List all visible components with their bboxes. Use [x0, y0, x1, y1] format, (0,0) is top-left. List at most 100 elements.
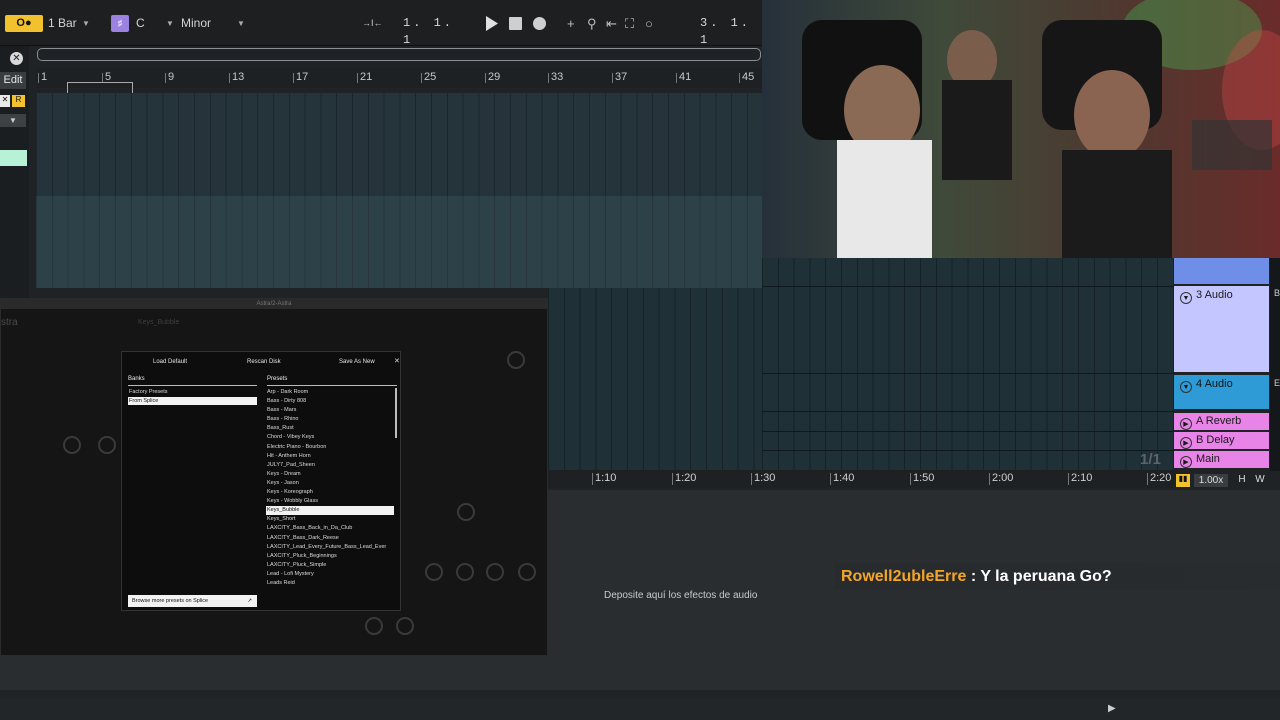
banks-header: Banks	[128, 376, 257, 386]
plugin-logo: stra	[1, 317, 18, 328]
close-icon[interactable]: ✕	[10, 52, 23, 65]
scale-mode-icon[interactable]: ♯	[111, 15, 129, 32]
status-play-icon[interactable]: ▶	[1108, 703, 1116, 714]
plugin-knob[interactable]	[396, 617, 414, 635]
track-header-main[interactable]: ▶ Main	[1174, 451, 1269, 468]
loop-icon[interactable]: ○	[645, 15, 653, 32]
plugin-knob[interactable]	[456, 563, 474, 581]
w-button[interactable]: W	[1252, 474, 1268, 487]
save-as-new-button[interactable]: Save As New	[339, 359, 375, 365]
track-header-a-reverb[interactable]: ▶ A Reverb	[1174, 413, 1269, 430]
scale-menu[interactable]: Minor ▼	[181, 15, 247, 32]
expand-icon[interactable]: ▶	[1180, 418, 1192, 430]
close-icon[interactable]: ✕	[394, 357, 400, 365]
preset-item[interactable]: Keys - Dream	[266, 470, 394, 479]
plugin-preset-name[interactable]: Keys_Bubble	[138, 319, 179, 326]
presets-header: Presets	[267, 376, 397, 386]
fold-icon[interactable]: ▼	[1180, 381, 1192, 393]
preset-item[interactable]: Keys - Koreograph	[266, 488, 394, 497]
key-menu[interactable]: C ▼	[136, 15, 176, 32]
preset-item[interactable]: Keys - Wobbly Glass	[266, 497, 394, 506]
preset-item[interactable]: Keys_Bubble	[266, 506, 394, 516]
quantize-button[interactable]: O●	[5, 15, 43, 32]
zoom-value[interactable]: 1.00x	[1194, 474, 1228, 487]
zoom-waveform-icon[interactable]: ▮▮	[1176, 474, 1190, 487]
plugin-knob[interactable]	[457, 503, 475, 521]
browse-more-presets-button[interactable]: Browse more presets on Splice ↗	[128, 595, 257, 607]
rescan-disk-button[interactable]: Rescan Disk	[247, 359, 281, 365]
fold-icon[interactable]: ▼	[1180, 292, 1192, 304]
follow-icon[interactable]: →I←	[362, 15, 383, 32]
clip-record-button[interactable]: R	[12, 95, 25, 107]
plugin-knob[interactable]	[518, 563, 536, 581]
preset-item[interactable]: Chord - Vibey Keys	[266, 433, 394, 442]
time-ruler[interactable]: 1:10 1:20 1:30 1:40 1:50 2:00 2:10 2:20	[548, 470, 1178, 488]
track-header-3-audio[interactable]: ▼ 3 Audio	[1174, 286, 1269, 372]
plugin-knob[interactable]	[63, 436, 81, 454]
expand-icon[interactable]: ▶	[1180, 456, 1192, 468]
preset-scrollbar[interactable]	[395, 388, 397, 438]
stop-icon[interactable]	[509, 17, 522, 30]
page-fraction: 1/1	[1140, 451, 1161, 468]
expand-icon[interactable]: ▶	[1180, 437, 1192, 449]
preset-item[interactable]: JULY7_Pad_Sheen	[266, 461, 394, 470]
preset-item[interactable]: Electric Piano - Bourbon	[266, 443, 394, 452]
preset-item[interactable]: Lead - Lofi Mystery	[266, 570, 394, 579]
arrangement-grid[interactable]	[36, 93, 762, 288]
add-icon[interactable]: +	[567, 15, 575, 32]
record-icon[interactable]	[533, 17, 546, 30]
plugin-knob[interactable]	[486, 563, 504, 581]
preset-item[interactable]: Keys_Short	[266, 515, 394, 524]
track-name: A Reverb	[1196, 415, 1242, 427]
punch-icon[interactable]: ⛶	[625, 15, 634, 32]
quantize-menu[interactable]: 1 Bar ▼	[48, 15, 93, 32]
clip-deactivate-button[interactable]: ✕	[0, 95, 10, 107]
scrollbar-thumb[interactable]	[37, 48, 761, 61]
plugin-title[interactable]: Astra/2-Astra	[1, 299, 547, 309]
preset-item[interactable]: Leads Reid	[266, 579, 394, 588]
preset-list[interactable]: Arp - Dark Room Bass - Dirty 808 Bass - Ma…	[266, 388, 394, 588]
bar-tick-label: 45	[738, 71, 755, 83]
bar-ruler[interactable]: 1 5 9 13 17 21 25 29 33 37 41 45	[36, 68, 762, 88]
browse-more-label: Browse more presets on Splice	[132, 598, 209, 604]
track-header-4-audio[interactable]: ▼ 4 Audio	[1174, 375, 1269, 409]
link-icon[interactable]: ⚲	[587, 15, 597, 32]
plugin-knob[interactable]	[365, 617, 383, 635]
key-value: C	[136, 16, 145, 30]
preset-item[interactable]: Bass - Dirty 808	[266, 397, 394, 406]
plugin-knob[interactable]	[507, 351, 525, 369]
fold-button[interactable]: ▼	[0, 114, 26, 127]
track-lane[interactable]	[36, 196, 762, 288]
back-to-arrangement-icon[interactable]: ⇤	[606, 15, 617, 32]
track-header-previous[interactable]	[1174, 258, 1269, 284]
overview-scrollbar[interactable]	[36, 46, 762, 64]
preset-item[interactable]: Bass - Rhino	[266, 415, 394, 424]
arrangement-grid-right[interactable]	[762, 258, 1174, 473]
arrangement-grid-lower[interactable]	[548, 288, 762, 473]
preset-item[interactable]: LAXCITY_Bass_Dark_Reese	[266, 534, 394, 543]
preset-item[interactable]: Keys - Jason	[266, 479, 394, 488]
plugin-knob[interactable]	[425, 563, 443, 581]
play-icon[interactable]	[485, 15, 499, 32]
preset-item[interactable]: Arp - Dark Room	[266, 388, 394, 397]
preset-item[interactable]: Hit - Anthem Horn	[266, 452, 394, 461]
clip-preview[interactable]	[0, 150, 27, 166]
edit-button[interactable]: Edit	[0, 72, 26, 89]
song-position[interactable]: 1. 1. 1	[403, 15, 465, 47]
load-default-button[interactable]: Load Default	[153, 359, 187, 365]
preset-item[interactable]: LAXCITY_Lead_Every_Future_Bass_Lead_Ever	[266, 543, 394, 552]
track-name: B Delay	[1196, 434, 1235, 446]
preset-item[interactable]: LAXCITY_Pluck_Simple	[266, 561, 394, 570]
preset-item[interactable]: LAXCITY_Bass_Back_in_Da_Club	[266, 524, 394, 533]
preset-item[interactable]: LAXCITY_Pluck_Beginnings	[266, 552, 394, 561]
bar-tick-label: 25	[420, 71, 437, 83]
preset-item[interactable]: Bass_Rust	[266, 424, 394, 433]
track-header-b-delay[interactable]: ▶ B Delay	[1174, 432, 1269, 449]
loop-start-position[interactable]: 3. 1. 1	[700, 15, 762, 47]
plugin-knob[interactable]	[98, 436, 116, 454]
h-button[interactable]: H	[1234, 474, 1250, 487]
time-tick-label: 1:20	[671, 472, 697, 485]
bank-item[interactable]: From Splice	[128, 397, 257, 405]
bank-item[interactable]: Factory Presets	[128, 388, 257, 396]
preset-item[interactable]: Bass - Mars	[266, 406, 394, 415]
